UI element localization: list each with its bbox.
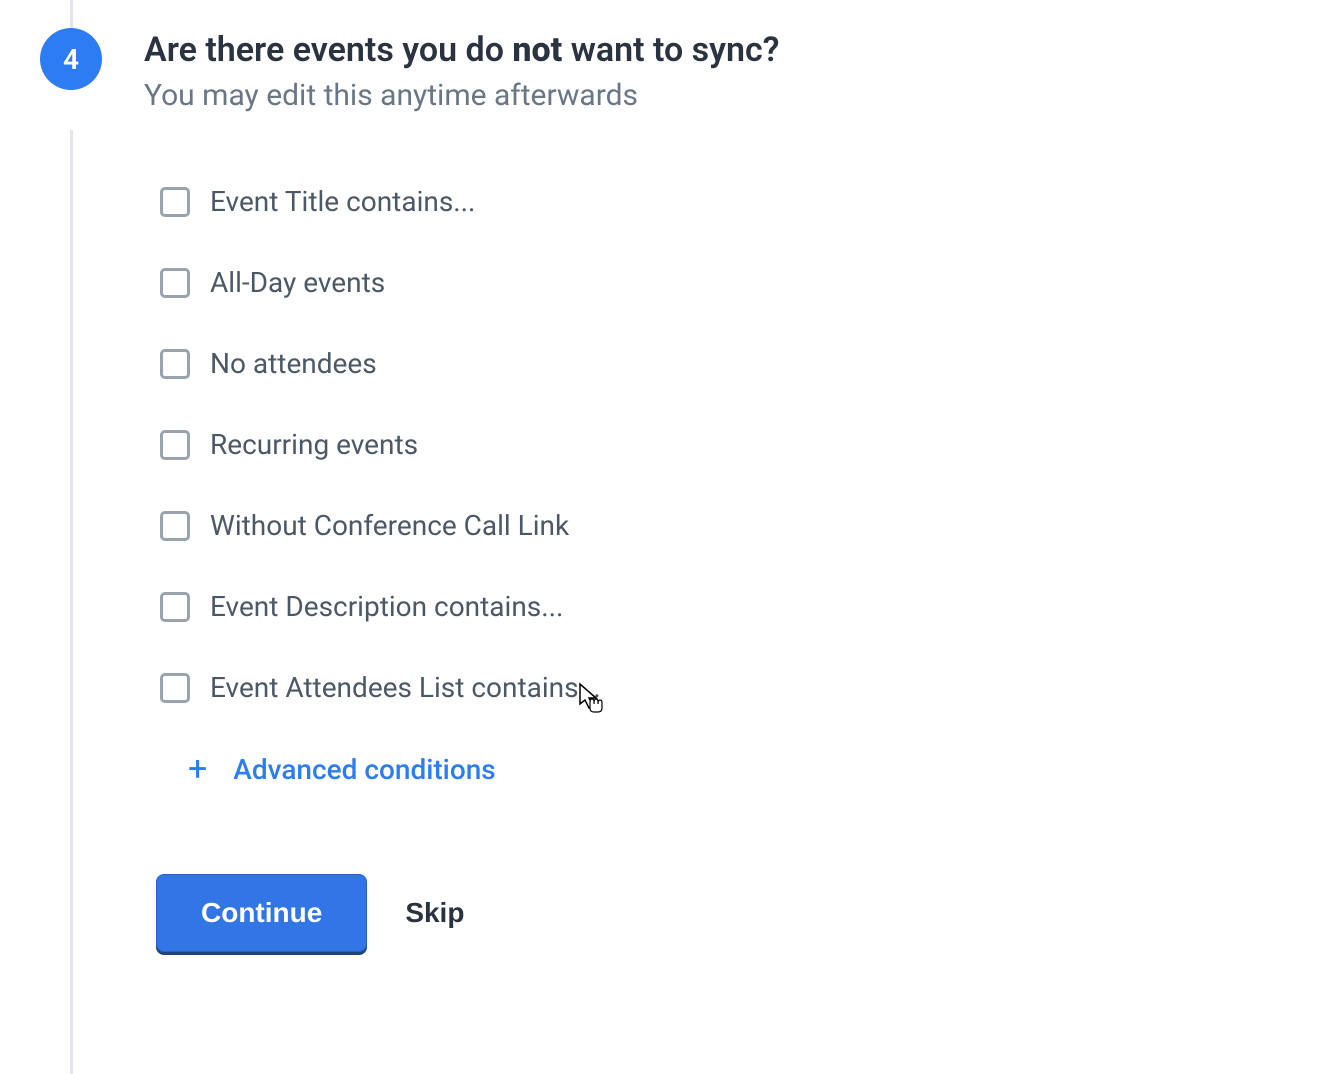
option-no-attendees[interactable]: No attendees: [160, 347, 1332, 380]
option-label: Event Title contains...: [210, 185, 475, 218]
option-label: No attendees: [210, 347, 377, 380]
step-title-after: want to sync?: [562, 30, 779, 70]
option-without-conference[interactable]: Without Conference Call Link: [160, 509, 1332, 542]
advanced-label: Advanced conditions: [233, 753, 495, 786]
option-attendees-contains[interactable]: Event Attendees List contains...: [160, 671, 1332, 704]
step-content: Are there events you do not want to sync…: [144, 28, 1332, 952]
step-connector-bottom: [70, 130, 73, 1074]
continue-button[interactable]: Continue: [156, 874, 367, 952]
step-subtitle: You may edit this anytime afterwards: [144, 78, 1332, 113]
step-container: 4 Are there events you do not want to sy…: [0, 0, 1332, 952]
option-label: Without Conference Call Link: [210, 509, 569, 542]
checkbox[interactable]: [160, 349, 190, 379]
option-recurring[interactable]: Recurring events: [160, 428, 1332, 461]
step-title-before: Are there events you do: [144, 30, 512, 70]
plus-icon: +: [188, 752, 207, 786]
option-label: Recurring events: [210, 428, 418, 461]
button-row: Continue Skip: [156, 874, 1332, 952]
checkbox[interactable]: [160, 187, 190, 217]
step-number-badge: 4: [40, 28, 102, 90]
checkbox[interactable]: [160, 673, 190, 703]
checkbox[interactable]: [160, 592, 190, 622]
options-list: Event Title contains... All-Day events N…: [160, 185, 1332, 952]
option-label: Event Attendees List contains...: [210, 671, 601, 704]
checkbox[interactable]: [160, 268, 190, 298]
step-title: Are there events you do not want to sync…: [144, 28, 1332, 72]
step-number: 4: [63, 43, 79, 76]
option-label: All-Day events: [210, 266, 385, 299]
step-title-bold: not: [512, 30, 562, 70]
checkbox[interactable]: [160, 430, 190, 460]
option-label: Event Description contains...: [210, 590, 563, 623]
skip-button[interactable]: Skip: [405, 897, 464, 929]
option-event-title[interactable]: Event Title contains...: [160, 185, 1332, 218]
checkbox[interactable]: [160, 511, 190, 541]
step-connector-top: [70, 0, 73, 28]
option-description-contains[interactable]: Event Description contains...: [160, 590, 1332, 623]
advanced-conditions-button[interactable]: + Advanced conditions: [188, 752, 1332, 786]
option-all-day[interactable]: All-Day events: [160, 266, 1332, 299]
